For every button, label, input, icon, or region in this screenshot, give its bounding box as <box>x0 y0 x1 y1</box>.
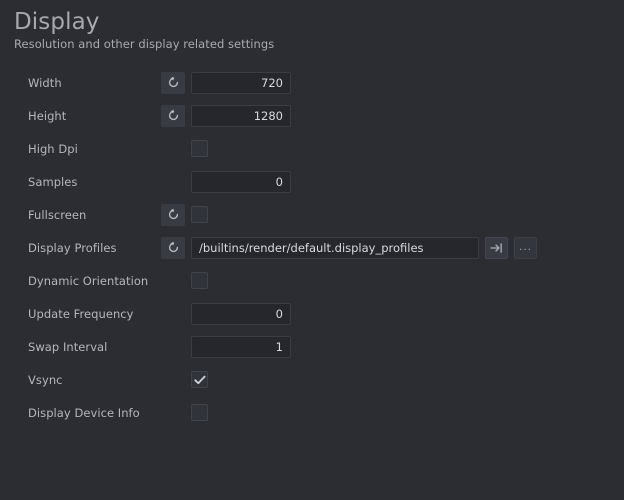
revert-icon-glyph <box>168 109 178 121</box>
revert-spacer-swap-interval <box>161 336 185 358</box>
go-to-resource-button-display-profiles[interactable] <box>485 236 508 259</box>
path-input-display-profiles[interactable] <box>191 236 479 259</box>
setting-row-fullscreen: Fullscreen <box>0 198 624 231</box>
setting-row-display-device-info: Display Device Info <box>0 396 624 429</box>
revert-spacer-update-frequency <box>161 303 185 325</box>
setting-label-update-frequency: Update Frequency <box>28 306 134 321</box>
setting-controls-display-device-info <box>161 402 624 424</box>
checkbox-fullscreen[interactable] <box>191 206 208 223</box>
setting-row-samples: Samples <box>0 165 624 198</box>
display-settings-panel: Display Resolution and other display rel… <box>0 0 624 500</box>
page-title: Display <box>14 9 100 35</box>
setting-controls-vsync <box>161 369 624 391</box>
panel-header: Display Resolution and other display rel… <box>0 0 624 52</box>
setting-controls-update-frequency <box>161 302 624 325</box>
checkbox-vsync[interactable] <box>191 371 208 388</box>
revert-spacer-dynamic-orientation <box>161 270 185 292</box>
revert-button-height[interactable] <box>161 104 185 127</box>
setting-label-height: Height <box>28 108 67 123</box>
setting-label-swap-interval: Swap Interval <box>28 339 108 354</box>
setting-label-dynamic-orientation: Dynamic Orientation <box>28 273 149 288</box>
checkbox-dynamic-orientation[interactable] <box>191 272 208 289</box>
revert-spacer-samples <box>161 171 185 193</box>
setting-label-samples: Samples <box>28 174 78 189</box>
revert-button-width[interactable] <box>161 71 185 94</box>
setting-row-swap-interval: Swap Interval <box>0 330 624 363</box>
setting-controls-display-profiles: ... <box>161 236 624 259</box>
setting-row-dynamic-orientation: Dynamic Orientation <box>0 264 624 297</box>
setting-controls-swap-interval <box>161 335 624 358</box>
settings-rows: Width Height High Dpi Samples Fullscreen Disp… <box>0 66 624 429</box>
setting-label-high-dpi: High Dpi <box>28 141 78 156</box>
setting-label-fullscreen: Fullscreen <box>28 207 87 222</box>
setting-label-width: Width <box>28 75 62 90</box>
setting-label-vsync: Vsync <box>28 372 63 387</box>
page-subtitle: Resolution and other display related set… <box>14 37 275 51</box>
setting-label-display-profiles: Display Profiles <box>28 240 117 255</box>
revert-button-display-profiles[interactable] <box>161 236 185 259</box>
setting-label-display-device-info: Display Device Info <box>28 405 140 420</box>
revert-spacer-display-device-info <box>161 402 185 424</box>
setting-row-vsync: Vsync <box>0 363 624 396</box>
check-icon-glyph <box>193 375 205 384</box>
setting-controls-fullscreen <box>161 203 624 226</box>
setting-row-height: Height <box>0 99 624 132</box>
go-to-resource-icon-glyph <box>490 242 502 253</box>
revert-spacer-vsync <box>161 369 185 391</box>
browse-ellipsis-icon: ... <box>518 238 532 253</box>
setting-controls-high-dpi <box>161 138 624 160</box>
setting-row-update-frequency: Update Frequency <box>0 297 624 330</box>
revert-icon-glyph <box>168 76 178 88</box>
setting-controls-samples <box>161 170 624 193</box>
revert-spacer-high-dpi <box>161 138 185 160</box>
number-input-samples[interactable] <box>191 170 291 193</box>
number-input-swap-interval[interactable] <box>191 335 291 358</box>
revert-icon-glyph <box>168 208 178 220</box>
setting-controls-dynamic-orientation <box>161 270 624 292</box>
setting-controls-height <box>161 104 624 127</box>
number-input-width[interactable] <box>191 71 291 94</box>
setting-row-display-profiles: Display Profiles... <box>0 231 624 264</box>
setting-row-high-dpi: High Dpi <box>0 132 624 165</box>
number-input-update-frequency[interactable] <box>191 302 291 325</box>
number-input-height[interactable] <box>191 104 291 127</box>
revert-button-fullscreen[interactable] <box>161 203 185 226</box>
browse-button-display-profiles[interactable]: ... <box>514 236 537 259</box>
checkbox-display-device-info[interactable] <box>191 404 208 421</box>
setting-row-width: Width <box>0 66 624 99</box>
setting-controls-width <box>161 71 624 94</box>
revert-icon-glyph <box>168 241 178 253</box>
checkbox-high-dpi[interactable] <box>191 140 208 157</box>
